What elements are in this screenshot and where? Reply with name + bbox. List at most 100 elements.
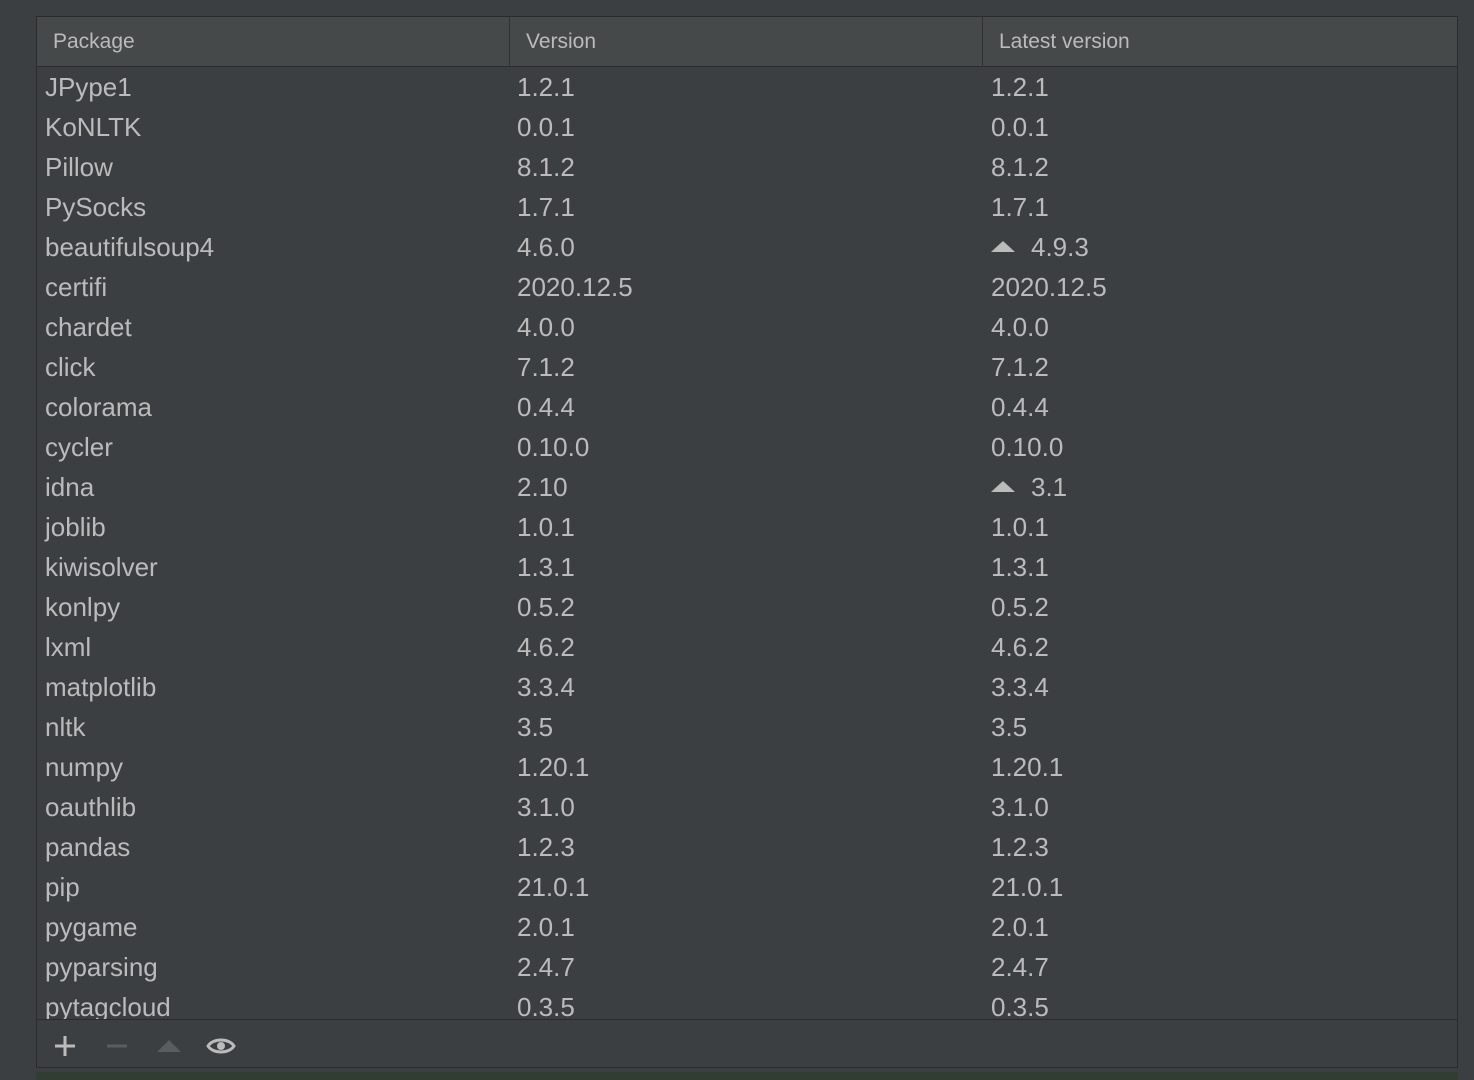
latest-version-text: 0.4.4	[991, 392, 1049, 422]
package-name: PySocks	[45, 192, 147, 222]
latest-version-text: 1.0.1	[991, 512, 1049, 542]
package-version: 0.4.4	[517, 392, 575, 422]
package-latest-version: 8.1.2	[991, 147, 1049, 187]
package-latest-version: 2020.12.5	[991, 267, 1107, 307]
latest-version-text: 4.6.2	[991, 632, 1049, 662]
minus-icon	[107, 1044, 127, 1048]
table-row[interactable]: nltk 3.5 3.5	[37, 707, 1457, 747]
latest-version-text: 1.2.3	[991, 832, 1049, 862]
table-row[interactable]: colorama 0.4.4 0.4.4	[37, 387, 1457, 427]
package-version: 1.20.1	[517, 752, 590, 782]
table-row[interactable]: konlpy 0.5.2 0.5.2	[37, 587, 1457, 627]
table-row[interactable]: JPype1 1.2.1 1.2.1	[37, 67, 1457, 107]
uninstall-package-button[interactable]	[99, 1028, 135, 1064]
packages-panel: Package Version Latest version JPype1 1.2…	[36, 16, 1458, 1068]
table-row[interactable]: joblib 1.0.1 1.0.1	[37, 507, 1457, 547]
package-name: KoNLTK	[45, 112, 142, 142]
table-row[interactable]: beautifulsoup4 4.6.0 4.9.3	[37, 227, 1457, 267]
package-latest-version: 1.20.1	[991, 747, 1063, 787]
package-latest-version: 3.1	[991, 467, 1067, 507]
package-latest-version: 2.0.1	[991, 907, 1049, 947]
table-row[interactable]: oauthlib 3.1.0 3.1.0	[37, 787, 1457, 827]
package-name: konlpy	[45, 592, 121, 622]
packages-table-body: JPype1 1.2.1 1.2.1 KoNLTK 0.0.1 0.0.1 Pillow 8.…	[37, 67, 1457, 1019]
package-latest-version: 1.2.3	[991, 827, 1049, 867]
package-version: 8.1.2	[517, 152, 575, 182]
package-version: 3.3.4	[517, 672, 575, 702]
package-name: click	[45, 352, 96, 382]
table-row[interactable]: pip 21.0.1 21.0.1	[37, 867, 1457, 907]
table-row[interactable]: lxml 4.6.2 4.6.2	[37, 627, 1457, 667]
latest-version-text: 4.9.3	[1031, 232, 1089, 262]
table-row[interactable]: click 7.1.2 7.1.2	[37, 347, 1457, 387]
bottom-divider	[36, 1072, 1458, 1080]
package-latest-version: 4.6.2	[991, 627, 1049, 667]
package-version: 4.6.0	[517, 232, 575, 262]
latest-version-text: 1.2.1	[991, 72, 1049, 102]
plus-icon	[55, 1036, 75, 1056]
table-row[interactable]: pandas 1.2.3 1.2.3	[37, 827, 1457, 867]
package-latest-version: 3.5	[991, 707, 1027, 747]
table-row[interactable]: kiwisolver 1.3.1 1.3.1	[37, 547, 1457, 587]
table-row[interactable]: KoNLTK 0.0.1 0.0.1	[37, 107, 1457, 147]
latest-version-text: 2020.12.5	[991, 272, 1107, 302]
package-latest-version: 2.4.7	[991, 947, 1049, 987]
column-header-latest-version[interactable]: Latest version	[982, 17, 1457, 67]
package-version: 3.5	[517, 712, 554, 742]
latest-version-text: 0.10.0	[991, 432, 1064, 462]
column-header-version[interactable]: Version	[509, 17, 982, 67]
package-version: 1.3.1	[517, 552, 575, 582]
package-name: oauthlib	[45, 792, 137, 822]
package-name: joblib	[45, 512, 106, 542]
package-version: 1.7.1	[517, 192, 575, 222]
package-name: beautifulsoup4	[45, 232, 215, 262]
table-row[interactable]: matplotlib 3.3.4 3.3.4	[37, 667, 1457, 707]
package-version: 2.4.7	[517, 952, 575, 982]
latest-version-text: 1.20.1	[991, 752, 1064, 782]
upgrade-available-icon	[991, 481, 1015, 492]
package-name: nltk	[45, 712, 86, 742]
package-version: 2.0.1	[517, 912, 575, 942]
package-name: numpy	[45, 752, 124, 782]
package-name: pandas	[45, 832, 131, 862]
latest-version-text: 4.0.0	[991, 312, 1049, 342]
package-name: cycler	[45, 432, 113, 462]
package-version: 7.1.2	[517, 352, 575, 382]
add-package-button[interactable]	[47, 1028, 83, 1064]
package-name: idna	[45, 472, 95, 502]
package-version: 0.3.5	[517, 992, 575, 1019]
table-row[interactable]: numpy 1.20.1 1.20.1	[37, 747, 1457, 787]
table-row[interactable]: cycler 0.10.0 0.10.0	[37, 427, 1457, 467]
package-latest-version: 4.0.0	[991, 307, 1049, 347]
package-version: 1.0.1	[517, 512, 575, 542]
upgrade-package-button[interactable]	[151, 1028, 187, 1064]
package-name: pytagcloud	[45, 992, 171, 1019]
column-header-package[interactable]: Package	[37, 17, 509, 67]
show-early-releases-button[interactable]	[203, 1028, 239, 1064]
latest-version-text: 3.1.0	[991, 792, 1049, 822]
table-row[interactable]: chardet 4.0.0 4.0.0	[37, 307, 1457, 347]
package-latest-version: 7.1.2	[991, 347, 1049, 387]
table-row[interactable]: PySocks 1.7.1 1.7.1	[37, 187, 1457, 227]
package-name: lxml	[45, 632, 92, 662]
table-header: Package Version Latest version	[37, 17, 1457, 67]
package-latest-version: 1.2.1	[991, 67, 1049, 107]
package-version: 2020.12.5	[517, 272, 633, 302]
package-version: 0.5.2	[517, 592, 575, 622]
latest-version-text: 21.0.1	[991, 872, 1064, 902]
latest-version-text: 2.4.7	[991, 952, 1049, 982]
package-latest-version: 0.10.0	[991, 427, 1063, 467]
table-row[interactable]: pygame 2.0.1 2.0.1	[37, 907, 1457, 947]
package-latest-version: 21.0.1	[991, 867, 1063, 907]
package-version: 2.10	[517, 472, 568, 502]
table-row[interactable]: idna 2.10 3.1	[37, 467, 1457, 507]
package-name: pip	[45, 872, 80, 902]
table-row[interactable]: certifi 2020.12.5 2020.12.5	[37, 267, 1457, 307]
table-row[interactable]: pyparsing 2.4.7 2.4.7	[37, 947, 1457, 987]
package-version: 4.0.0	[517, 312, 575, 342]
package-version: 4.6.2	[517, 632, 575, 662]
table-row[interactable]: Pillow 8.1.2 8.1.2	[37, 147, 1457, 187]
latest-version-text: 3.5	[991, 712, 1028, 742]
package-latest-version: 0.3.5	[991, 987, 1049, 1019]
table-row[interactable]: pytagcloud 0.3.5 0.3.5	[37, 987, 1457, 1019]
